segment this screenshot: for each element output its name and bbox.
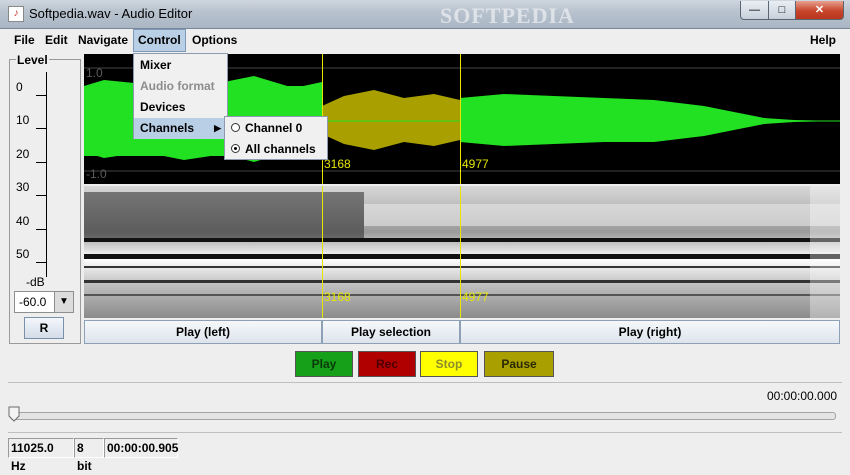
level-tick-mark <box>36 262 46 263</box>
submenu-arrow-icon: ▶ <box>214 123 221 133</box>
submenu-item-channel-0-label: Channel 0 <box>245 121 303 135</box>
spectrogram-end-label: 4977 <box>462 290 489 304</box>
level-select[interactable]: -60.0 ▼ <box>14 291 74 313</box>
waveform-ymax: 1.0 <box>86 66 103 80</box>
level-tick-mark <box>36 95 46 96</box>
radio-checked-icon <box>231 144 240 153</box>
separator <box>8 432 842 433</box>
level-tick-30: 30 <box>16 180 30 194</box>
menu-item-audio-format: Audio format <box>140 79 215 93</box>
menu-options[interactable]: Options <box>188 29 241 52</box>
record-button[interactable]: Rec <box>358 351 416 377</box>
menu-item-devices[interactable]: Devices <box>134 97 227 118</box>
maximize-button[interactable]: □ <box>768 1 796 20</box>
status-sample-rate: 11025.0 Hz <box>8 438 74 473</box>
level-tick-20: 20 <box>16 147 30 161</box>
level-select-value: -60.0 <box>19 295 47 309</box>
submenu-item-channel-0[interactable]: Channel 0 <box>225 118 327 139</box>
menu-bar: File Edit Navigate Control Options Help <box>0 29 850 52</box>
level-legend: Level <box>16 53 49 67</box>
spectrogram-start-marker[interactable] <box>322 186 323 318</box>
separator <box>8 382 842 383</box>
level-tick-mark <box>36 229 46 230</box>
selection-start-label: 3168 <box>324 157 351 171</box>
play-right-button[interactable]: Play (right) <box>460 320 840 344</box>
level-tick-0: 0 <box>16 80 23 94</box>
level-unit: -dB <box>26 275 45 289</box>
status-duration: 00:00:00.905 <box>104 438 178 458</box>
menu-item-channels[interactable]: Channels ▶ <box>134 118 227 139</box>
status-bit-depth: 8 bit <box>74 438 104 473</box>
control-menu-dropdown: Mixer Audio format Devices Channels ▶ <box>133 53 228 139</box>
spectrogram-view[interactable]: 3168 4977 <box>84 186 840 318</box>
level-panel: Level 0 10 20 30 40 50 -dB -60.0 ▼ R <box>9 53 81 344</box>
menu-control[interactable]: Control <box>133 29 186 52</box>
watermark-logo: SOFTPEDIA <box>440 3 575 28</box>
menu-item-mixer[interactable]: Mixer <box>134 55 227 76</box>
app-icon: ♪ <box>8 6 24 22</box>
stop-button[interactable]: Stop <box>420 351 478 377</box>
selection-end-marker[interactable] <box>460 54 461 184</box>
level-tick-mark <box>36 162 46 163</box>
position-slider-thumb[interactable] <box>8 406 20 422</box>
position-slider-track[interactable] <box>10 412 836 420</box>
time-display: 00:00:00.000 <box>767 389 838 403</box>
level-scale-line <box>46 72 47 277</box>
level-tick-mark <box>36 195 46 196</box>
reset-level-button[interactable]: R <box>24 317 64 339</box>
pause-button[interactable]: Pause <box>484 351 554 377</box>
waveform-ymin: -1.0 <box>86 167 107 181</box>
title-bar: ♪ Softpedia.wav - Audio Editor SOFTPEDIA… <box>0 0 850 29</box>
spectrogram-end-marker[interactable] <box>460 186 461 318</box>
level-tick-10: 10 <box>16 113 30 127</box>
menu-navigate[interactable]: Navigate <box>74 29 132 52</box>
menu-help[interactable]: Help <box>806 29 840 52</box>
level-tick-50: 50 <box>16 247 30 261</box>
window-title: Softpedia.wav - Audio Editor <box>29 6 193 21</box>
play-selection-button[interactable]: Play selection <box>322 320 460 344</box>
menu-item-channels-label: Channels <box>140 121 195 135</box>
play-button[interactable]: Play <box>295 351 353 377</box>
close-button[interactable]: ✕ <box>795 1 844 20</box>
play-left-button[interactable]: Play (left) <box>84 320 322 344</box>
chevron-down-icon[interactable]: ▼ <box>54 292 73 312</box>
level-tick-40: 40 <box>16 214 30 228</box>
channels-submenu: Channel 0 All channels <box>224 116 328 160</box>
spectrogram-start-label: 3168 <box>324 290 351 304</box>
selection-end-label: 4977 <box>462 157 489 171</box>
radio-unchecked-icon <box>231 123 240 132</box>
submenu-item-all-channels[interactable]: All channels <box>225 139 327 160</box>
submenu-item-all-channels-label: All channels <box>245 142 316 156</box>
minimize-button[interactable]: — <box>740 1 769 20</box>
menu-edit[interactable]: Edit <box>41 29 72 52</box>
menu-file[interactable]: File <box>10 29 39 52</box>
level-tick-mark <box>36 128 46 129</box>
